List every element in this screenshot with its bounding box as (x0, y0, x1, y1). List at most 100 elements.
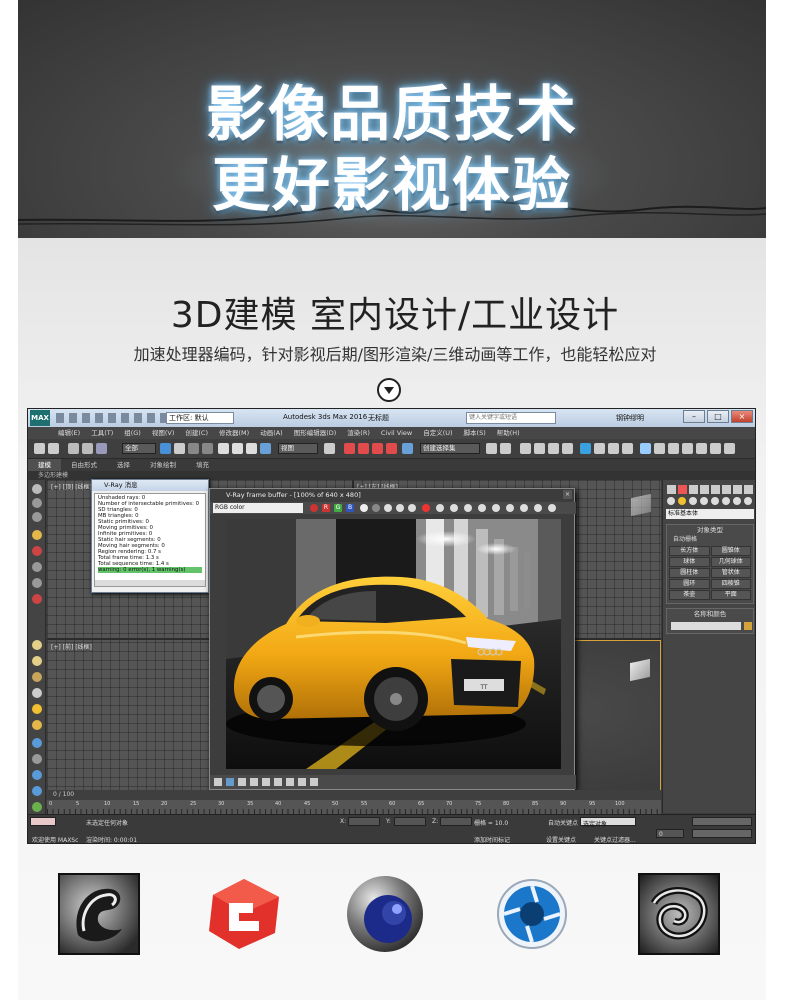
left-tool-icon[interactable] (32, 546, 42, 556)
save-image-icon[interactable] (384, 504, 392, 512)
left-tool-icon[interactable] (32, 484, 42, 494)
viewcube-icon[interactable] (631, 493, 651, 517)
left-tool-icon[interactable] (32, 512, 42, 522)
menu-edit[interactable]: 编辑(E) (58, 427, 80, 439)
current-frame-field[interactable]: 0 (656, 829, 684, 838)
select-by-name-icon[interactable] (174, 443, 185, 454)
vray-icon[interactable] (640, 443, 651, 454)
playback-controls[interactable] (692, 817, 752, 826)
maximize-button[interactable]: □ (707, 410, 729, 423)
channel-r-button[interactable]: R (322, 504, 330, 512)
workspace-select[interactable]: 工作区: 默认 (166, 412, 234, 424)
history-icon[interactable] (464, 504, 472, 512)
menu-modifiers[interactable]: 修改器(M) (219, 427, 249, 439)
user-name[interactable]: 钢钟缪明 (616, 413, 644, 423)
minimize-button[interactable]: – (683, 410, 705, 423)
rotate-icon[interactable] (232, 443, 243, 454)
menu-create[interactable]: 创建(C) (185, 427, 208, 439)
schematic-view-icon[interactable] (562, 443, 573, 454)
camera-icon[interactable] (668, 443, 679, 454)
menu-help[interactable]: 帮助(H) (497, 427, 520, 439)
channel-g-button[interactable]: G (334, 504, 342, 512)
curve-editor-icon[interactable] (548, 443, 559, 454)
viewport-nav-controls[interactable] (692, 829, 752, 838)
torus-button[interactable]: 圆环 (669, 579, 710, 589)
render-production-icon[interactable] (622, 443, 633, 454)
viewport-label-top[interactable]: [+] [顶] [线框] (51, 482, 92, 491)
left-tool-icon[interactable] (32, 786, 42, 796)
render-last-icon[interactable] (450, 504, 458, 512)
left-tool-icon[interactable] (32, 578, 42, 588)
tab-freeform[interactable]: 自由形式 (61, 459, 107, 471)
edit-named-selection-icon[interactable] (402, 443, 413, 454)
snaps-toggle-icon[interactable] (344, 443, 355, 454)
left-tool-icon[interactable] (32, 656, 42, 666)
z-coord-field[interactable] (440, 817, 472, 826)
move-icon[interactable] (218, 443, 229, 454)
menu-view[interactable]: 视图(V) (152, 427, 175, 439)
object-color-swatch[interactable] (744, 622, 752, 630)
left-tool-icon[interactable] (32, 802, 42, 812)
align-icon[interactable] (500, 443, 511, 454)
left-tool-icon[interactable] (32, 704, 42, 714)
helper-icon[interactable] (696, 443, 707, 454)
material-editor-icon[interactable] (580, 443, 591, 454)
tab-selection[interactable]: 选择 (107, 459, 140, 471)
maxscript-listener[interactable] (30, 817, 56, 826)
link-icon[interactable] (68, 443, 79, 454)
select-manipulate-icon[interactable] (260, 443, 271, 454)
pixel-info-icon[interactable] (506, 504, 514, 512)
link-to-ui-icon[interactable] (520, 504, 528, 512)
menu-customize[interactable]: 自定义(U) (423, 427, 452, 439)
toggle-ribbon-icon[interactable] (534, 443, 545, 454)
track-mouse-icon[interactable] (310, 504, 318, 512)
pivot-center-icon[interactable] (324, 443, 335, 454)
key-filters-button[interactable]: 关键点过滤器... (594, 835, 636, 843)
rollout-title[interactable]: 名称和颜色 (667, 609, 753, 619)
search-input[interactable]: 键入关键字或短语 (466, 412, 556, 424)
viewcube-icon[interactable] (630, 658, 650, 682)
layer-explorer-icon[interactable] (520, 443, 531, 454)
redo-icon[interactable] (48, 443, 59, 454)
app-logo-icon[interactable]: MAX (30, 410, 50, 426)
menu-group[interactable]: 组(G) (124, 427, 141, 439)
percent-snap-icon[interactable] (372, 443, 383, 454)
set-key-button[interactable]: 设置关键点 (546, 835, 576, 843)
left-tool-icon[interactable] (32, 594, 42, 604)
mono-icon[interactable] (372, 504, 380, 512)
render-setup-icon[interactable] (594, 443, 605, 454)
time-slider[interactable]: 0 / 100 (47, 790, 661, 800)
box-button[interactable]: 长方体 (669, 546, 710, 556)
rollout-title[interactable]: 对象类型 (667, 525, 753, 535)
channel-b-button[interactable]: B (346, 504, 354, 512)
cone-button[interactable]: 圆锥体 (710, 546, 751, 556)
menu-graph-editors[interactable]: 图形编辑器(D) (294, 427, 337, 439)
mirror-icon[interactable] (486, 443, 497, 454)
autogrid-checkbox[interactable]: 自动栅格 (667, 535, 753, 544)
track-bar[interactable]: 0 5 10 15 20 25 30 35 40 45 50 55 60 65 … (47, 800, 661, 814)
pyramid-button[interactable]: 四棱锥 (710, 579, 751, 589)
stamp-icon[interactable] (534, 504, 542, 512)
left-tool-icon[interactable] (32, 738, 42, 748)
tab-populate[interactable]: 填充 (186, 459, 219, 471)
settings-icon[interactable] (548, 504, 556, 512)
reference-coord-select[interactable]: 视图 (278, 443, 318, 454)
scale-icon[interactable] (246, 443, 257, 454)
add-time-tag[interactable]: 添加时间标记 (474, 835, 510, 843)
left-tool-icon[interactable] (32, 498, 42, 508)
left-tool-icon[interactable] (32, 672, 42, 682)
y-coord-field[interactable] (394, 817, 426, 826)
auto-key-button[interactable]: 自动关键点 (548, 818, 578, 827)
left-tool-icon[interactable] (32, 562, 42, 572)
teapot-icon[interactable] (654, 443, 665, 454)
bind-space-warp-icon[interactable] (96, 443, 107, 454)
left-tool-icon[interactable] (32, 754, 42, 764)
left-tool-icon[interactable] (32, 640, 42, 650)
tab-object-paint[interactable]: 对象绘制 (140, 459, 186, 471)
named-selection-select[interactable]: 创建选择集 (420, 443, 480, 454)
selection-filter-select[interactable]: 全部 (122, 443, 156, 454)
rect-selection-icon[interactable] (188, 443, 199, 454)
tab-modeling[interactable]: 建模 (28, 459, 61, 471)
window-crossing-icon[interactable] (202, 443, 213, 454)
x-coord-field[interactable] (348, 817, 380, 826)
